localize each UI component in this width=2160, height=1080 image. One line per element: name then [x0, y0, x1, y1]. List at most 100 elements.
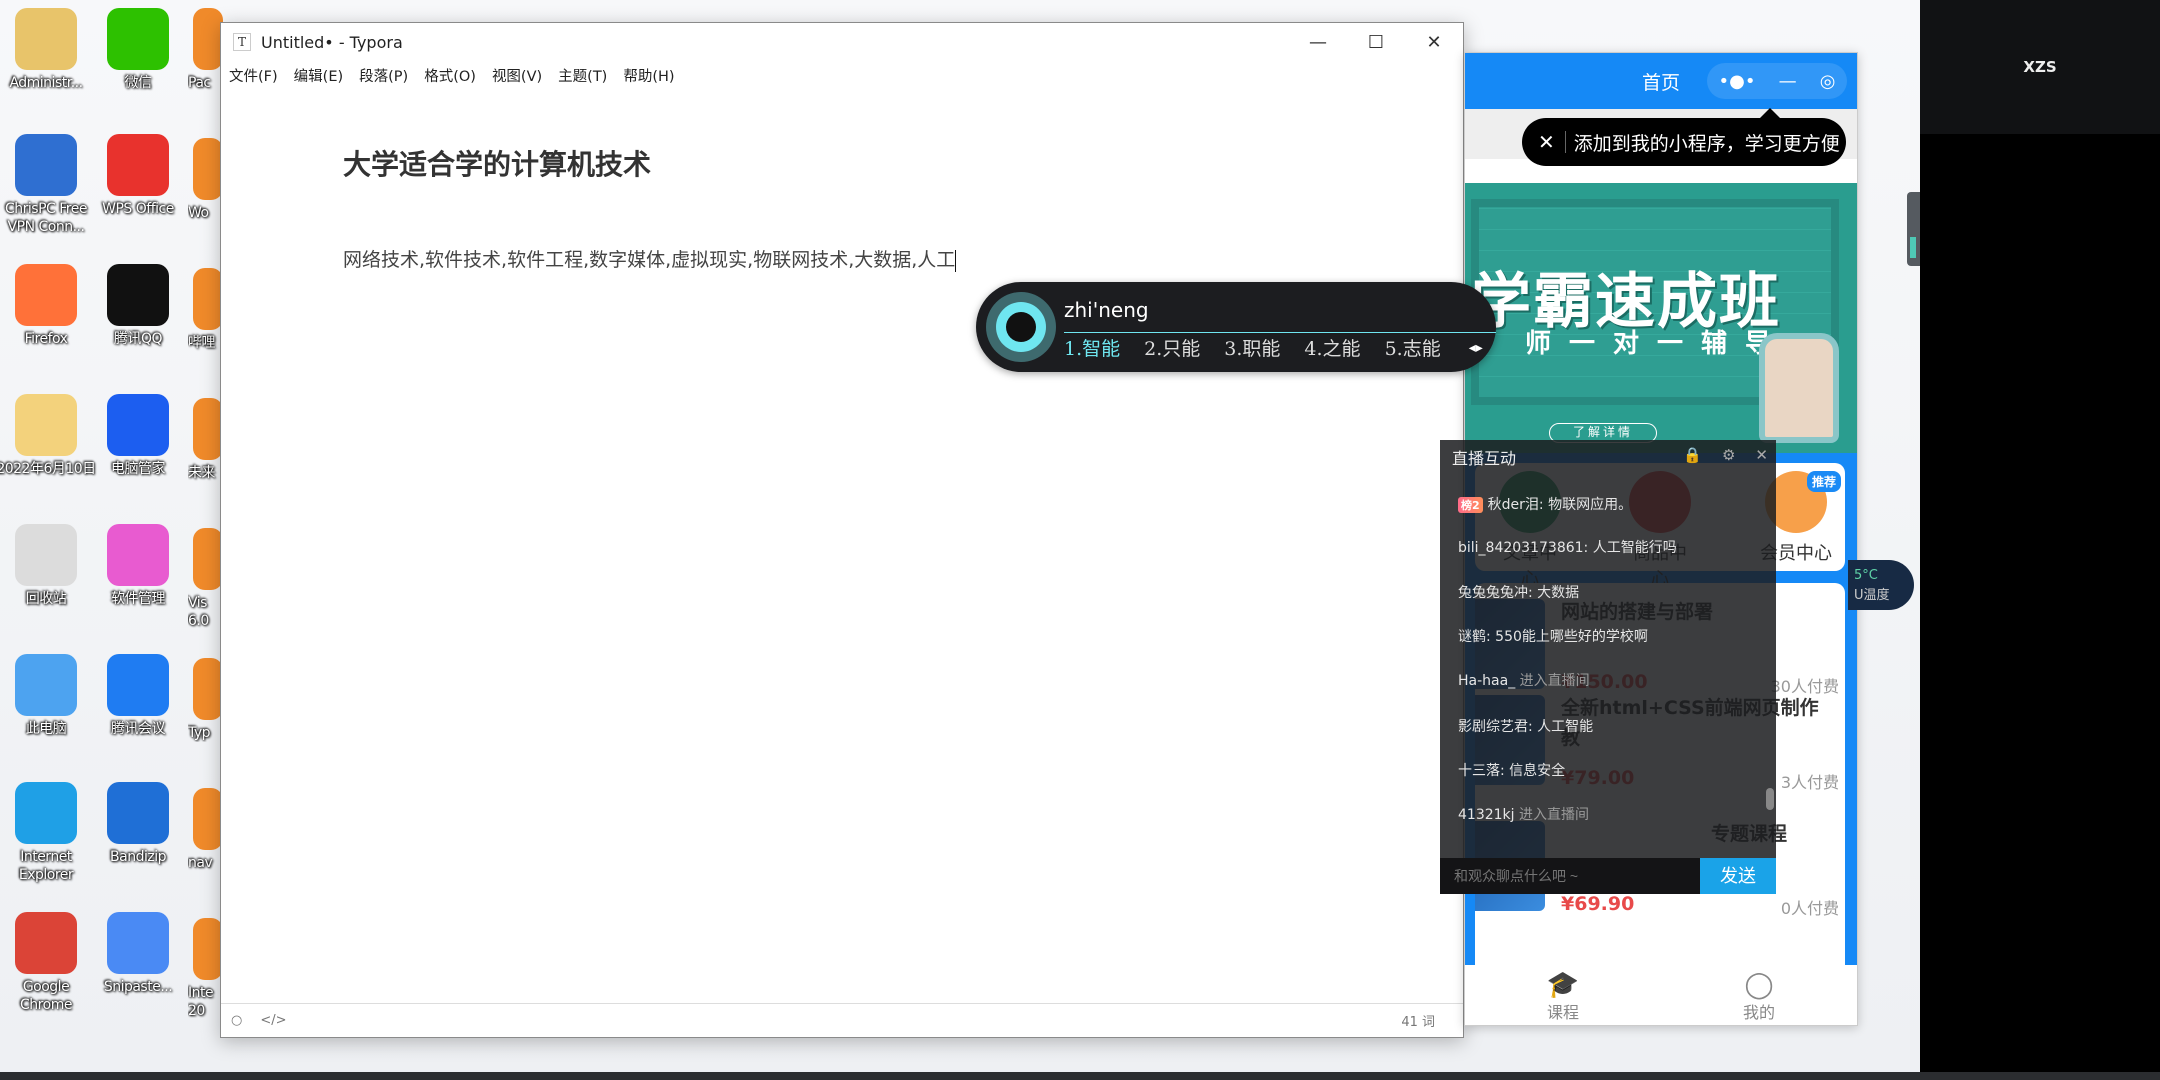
user-folder-icon: [15, 8, 77, 70]
desktop-icon-label: Google Chrome: [20, 979, 72, 1013]
desktop-icon[interactable]: 电脑管家: [88, 394, 188, 478]
course-paid-count: 0人付费: [1780, 899, 1839, 918]
lock-icon[interactable]: 🔒: [1683, 446, 1702, 464]
desktop-icon-label: 腾讯会议: [111, 721, 166, 737]
outline-toggle-icon[interactable]: ○: [231, 1013, 242, 1028]
text-caret: [955, 249, 957, 272]
gear-icon[interactable]: ⚙: [1722, 446, 1735, 464]
add-to-my-miniprogram-tooltip: ✕ 添加到我的小程序，学习更方便: [1522, 108, 1846, 166]
ime-composition: zhi'neng: [1064, 298, 1149, 322]
menu-format[interactable]: 格式(O): [424, 65, 476, 86]
exit-mini-icon[interactable]: ◎: [1820, 71, 1836, 92]
document-paragraph[interactable]: 网络技术,软件技术,软件工程,数字媒体,虚拟现实,物联网技术,大数据,人工: [343, 245, 1423, 272]
chat-text: 物联网应用。: [1548, 497, 1633, 513]
firefox-icon: [15, 264, 77, 326]
mini-capsule: •●• — ◎: [1707, 63, 1847, 99]
minimize-button[interactable]: —: [1289, 23, 1347, 61]
maximize-button[interactable]: ☐: [1347, 23, 1405, 61]
ime-candidate[interactable]: 3.职能: [1224, 334, 1280, 362]
menu-edit[interactable]: 编辑(E): [294, 65, 343, 86]
computer-icon: [15, 654, 77, 716]
menu-paragraph[interactable]: 段落(P): [359, 65, 408, 86]
chat-username[interactable]: Ha-haa_: [1458, 673, 1520, 689]
app-icon: [193, 918, 223, 980]
clover-icon: [107, 524, 169, 586]
app-icon: [193, 398, 223, 460]
menu-help[interactable]: 帮助(H): [623, 65, 674, 86]
ime-candidates: 1.智能 2.只能 3.职能 4.之能 5.志能 ◂▸: [1064, 334, 1483, 362]
desktop-icon[interactable]: Snipaste...: [88, 912, 188, 996]
tab-label: 课程: [1546, 1003, 1579, 1022]
graduation-cap-icon: 🎓: [1546, 970, 1580, 1000]
desktop-icon[interactable]: 软件管理: [88, 524, 188, 608]
desktop-icon[interactable]: Bandizip: [88, 782, 188, 866]
desktop-icon-label: ChrisPC Free VPN Conn...: [5, 201, 87, 235]
chat-username[interactable]: 十三落:: [1458, 763, 1509, 779]
minimize-icon[interactable]: —: [1779, 71, 1797, 92]
close-icon[interactable]: ✕: [1755, 446, 1768, 464]
tab-courses[interactable]: 🎓 课程: [1465, 965, 1661, 1025]
wps-icon: [107, 134, 169, 196]
chat-username[interactable]: 影剧综艺君:: [1458, 719, 1537, 735]
menu-theme[interactable]: 主题(T): [558, 65, 607, 86]
ime-candidate[interactable]: 2.只能: [1144, 334, 1200, 362]
tab-mine[interactable]: ◯ 我的: [1661, 965, 1857, 1025]
chat-input[interactable]: [1440, 858, 1700, 894]
send-button[interactable]: 发送: [1700, 858, 1776, 894]
desktop-icon[interactable]: 此电脑: [0, 654, 96, 738]
menu-view[interactable]: 视图(V): [492, 65, 542, 86]
desktop-icon[interactable]: 腾讯QQ: [88, 264, 188, 348]
chat-username[interactable]: bili_84203173861:: [1458, 540, 1593, 556]
source-code-toggle-icon[interactable]: </>: [260, 1013, 286, 1028]
menu-file[interactable]: 文件(F): [229, 65, 278, 86]
chat-system-text: 进入直播间: [1518, 807, 1589, 823]
app-icon: [193, 528, 223, 590]
chat-message: 兔兔兔兔冲: 大数据: [1458, 582, 1579, 602]
globe-icon: [15, 134, 77, 196]
chat-username[interactable]: 兔兔兔兔冲:: [1458, 585, 1537, 601]
desktop-icon[interactable]: WPS Office: [88, 134, 188, 218]
desktop-icon-label: WPS Office: [102, 201, 174, 217]
user-circle-icon: ◯: [1744, 970, 1774, 1000]
title-bar[interactable]: T Untitled• - Typora — ☐ ✕: [221, 23, 1463, 61]
desktop-icon[interactable]: 微信: [88, 8, 188, 92]
folder-icon: [15, 394, 77, 456]
desktop-icon[interactable]: Firefox: [0, 264, 96, 348]
desktop-icon[interactable]: Administr...: [0, 8, 96, 92]
volume-level: [1910, 237, 1916, 258]
course-price: ¥69.90: [1561, 893, 1635, 915]
ime-candidate[interactable]: 4.之能: [1304, 334, 1360, 362]
promo-banner[interactable]: 学霸速成班 师一对一辅导 了解详情: [1465, 183, 1857, 453]
desktop-icon[interactable]: Internet Explorer: [0, 782, 96, 884]
page-arrows-icon[interactable]: ◂▸: [1469, 334, 1483, 362]
chat-scrollbar[interactable]: [1766, 788, 1774, 810]
document-heading[interactable]: 大学适合学的计算机技术: [343, 143, 1423, 183]
app-icon: [193, 8, 223, 70]
desktop-icon[interactable]: 2022年6月10日: [0, 394, 96, 478]
chat-username[interactable]: 41321kj: [1458, 807, 1519, 823]
chat-message: 榜2 秋der泪: 物联网应用。: [1458, 494, 1632, 514]
word-count[interactable]: 41 词: [1401, 1011, 1435, 1030]
more-icon[interactable]: •●•: [1719, 71, 1756, 92]
chat-message: 41321kj 进入直播间: [1458, 804, 1589, 824]
desktop-icon[interactable]: 腾讯会议: [88, 654, 188, 738]
ime-logo-icon[interactable]: [986, 292, 1056, 362]
course-paid-count: 3人付费: [1780, 773, 1839, 792]
temperature-widget[interactable]: 5°C U温度: [1848, 560, 1914, 610]
desktop-icon[interactable]: Google Chrome: [0, 912, 96, 1014]
backpack-icon: [1759, 333, 1839, 443]
chat-header[interactable]: 直播互动 🔒 ⚙ ✕: [1440, 440, 1776, 474]
close-button[interactable]: ✕: [1405, 23, 1463, 61]
close-icon[interactable]: ✕: [1538, 130, 1555, 154]
chat-username[interactable]: 秋der泪:: [1488, 497, 1548, 513]
desktop-icon-label: 2022年6月10日: [0, 461, 96, 477]
desktop-icon-label: Internet Explorer: [18, 849, 74, 883]
live-chat-panel: 直播互动 🔒 ⚙ ✕ 榜2 秋der泪: 物联网应用。 bili_842031738…: [1440, 440, 1776, 894]
ime-candidate[interactable]: 1.智能: [1064, 334, 1120, 362]
desktop-icon[interactable]: 回收站: [0, 524, 96, 608]
desktop-icon[interactable]: ChrisPC Free VPN Conn...: [0, 134, 96, 236]
ime-candidate[interactable]: 5.志能: [1385, 334, 1441, 362]
desktop-icon-label: 软件管理: [111, 591, 166, 607]
editor-area[interactable]: 大学适合学的计算机技术 网络技术,软件技术,软件工程,数字媒体,虚拟现实,物联网…: [343, 143, 1423, 272]
chat-username[interactable]: 谜鹤:: [1458, 629, 1495, 645]
